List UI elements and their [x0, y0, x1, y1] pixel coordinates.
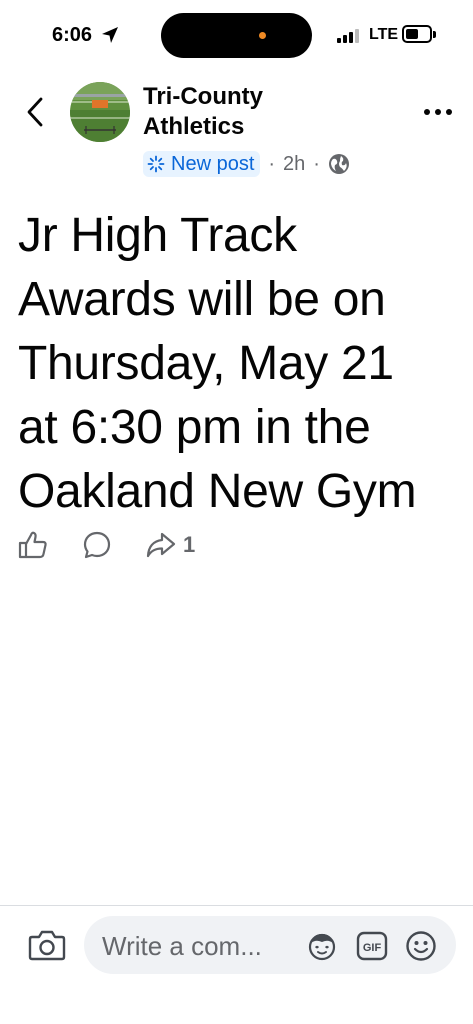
meta-separator: · [268, 152, 276, 175]
post-meta: New post · 2h · [143, 150, 350, 178]
post-actions: 1 [18, 528, 195, 562]
share-arrow-icon [146, 532, 176, 558]
new-post-label: New post [171, 152, 255, 175]
thumbs-up-icon [18, 531, 47, 559]
carrier-label: LTE [369, 26, 399, 43]
status-bar: 6:06 LTE [0, 0, 473, 70]
more-dots-icon [424, 109, 452, 115]
page-name-line-2: Athletics [143, 113, 245, 140]
post-time[interactable]: 2h [283, 153, 305, 176]
share-count: 1 [183, 532, 196, 557]
status-time: 6:06 [52, 24, 93, 46]
gif-label: GIF [363, 942, 382, 954]
comment-bubble-icon [83, 531, 111, 559]
comment-placeholder: Write a com... [102, 931, 262, 961]
post-text-line: Awards will be on [18, 273, 386, 326]
more-options-button[interactable] [420, 100, 456, 124]
football-field-image [70, 82, 130, 142]
battery-cap [433, 31, 436, 38]
sparkle-icon [147, 155, 165, 173]
like-button[interactable] [18, 530, 48, 560]
back-button[interactable] [20, 95, 50, 129]
comment-composer: Write a com... GIF [0, 905, 473, 1024]
post-text-line: at 6:30 pm in the [18, 401, 371, 454]
chevron-left-icon [27, 97, 43, 127]
post-text-line: Jr High Track [18, 209, 297, 262]
post-text-line: Thursday, May 21 [18, 337, 394, 390]
page-name[interactable]: Tri-County Athletics [143, 82, 343, 142]
recording-indicator-dot [259, 32, 266, 39]
cellular-signal-icon [337, 27, 361, 43]
post-text: Jr High Track Awards will be on Thursday… [18, 204, 468, 524]
share-button[interactable]: 1 [145, 530, 195, 560]
post-text-line: Oakland New Gym [18, 465, 417, 518]
new-post-badge: New post [143, 151, 261, 177]
camera-icon [28, 930, 66, 961]
gif-button[interactable]: GIF [356, 931, 388, 961]
camera-button[interactable] [28, 928, 66, 962]
dynamic-island [161, 13, 312, 58]
page-name-line-1: Tri-County [143, 83, 263, 110]
smiley-icon[interactable] [405, 930, 437, 962]
comment-input[interactable]: Write a com... GIF [84, 916, 456, 974]
meta-separator: · [313, 152, 320, 175]
location-arrow-icon [102, 27, 118, 43]
battery-icon [402, 25, 432, 43]
page-avatar[interactable] [70, 82, 130, 142]
gif-icon: GIF [356, 931, 388, 961]
comment-button[interactable] [82, 530, 112, 560]
globe-icon [328, 154, 349, 174]
avatar-sticker-icon[interactable] [306, 930, 338, 962]
